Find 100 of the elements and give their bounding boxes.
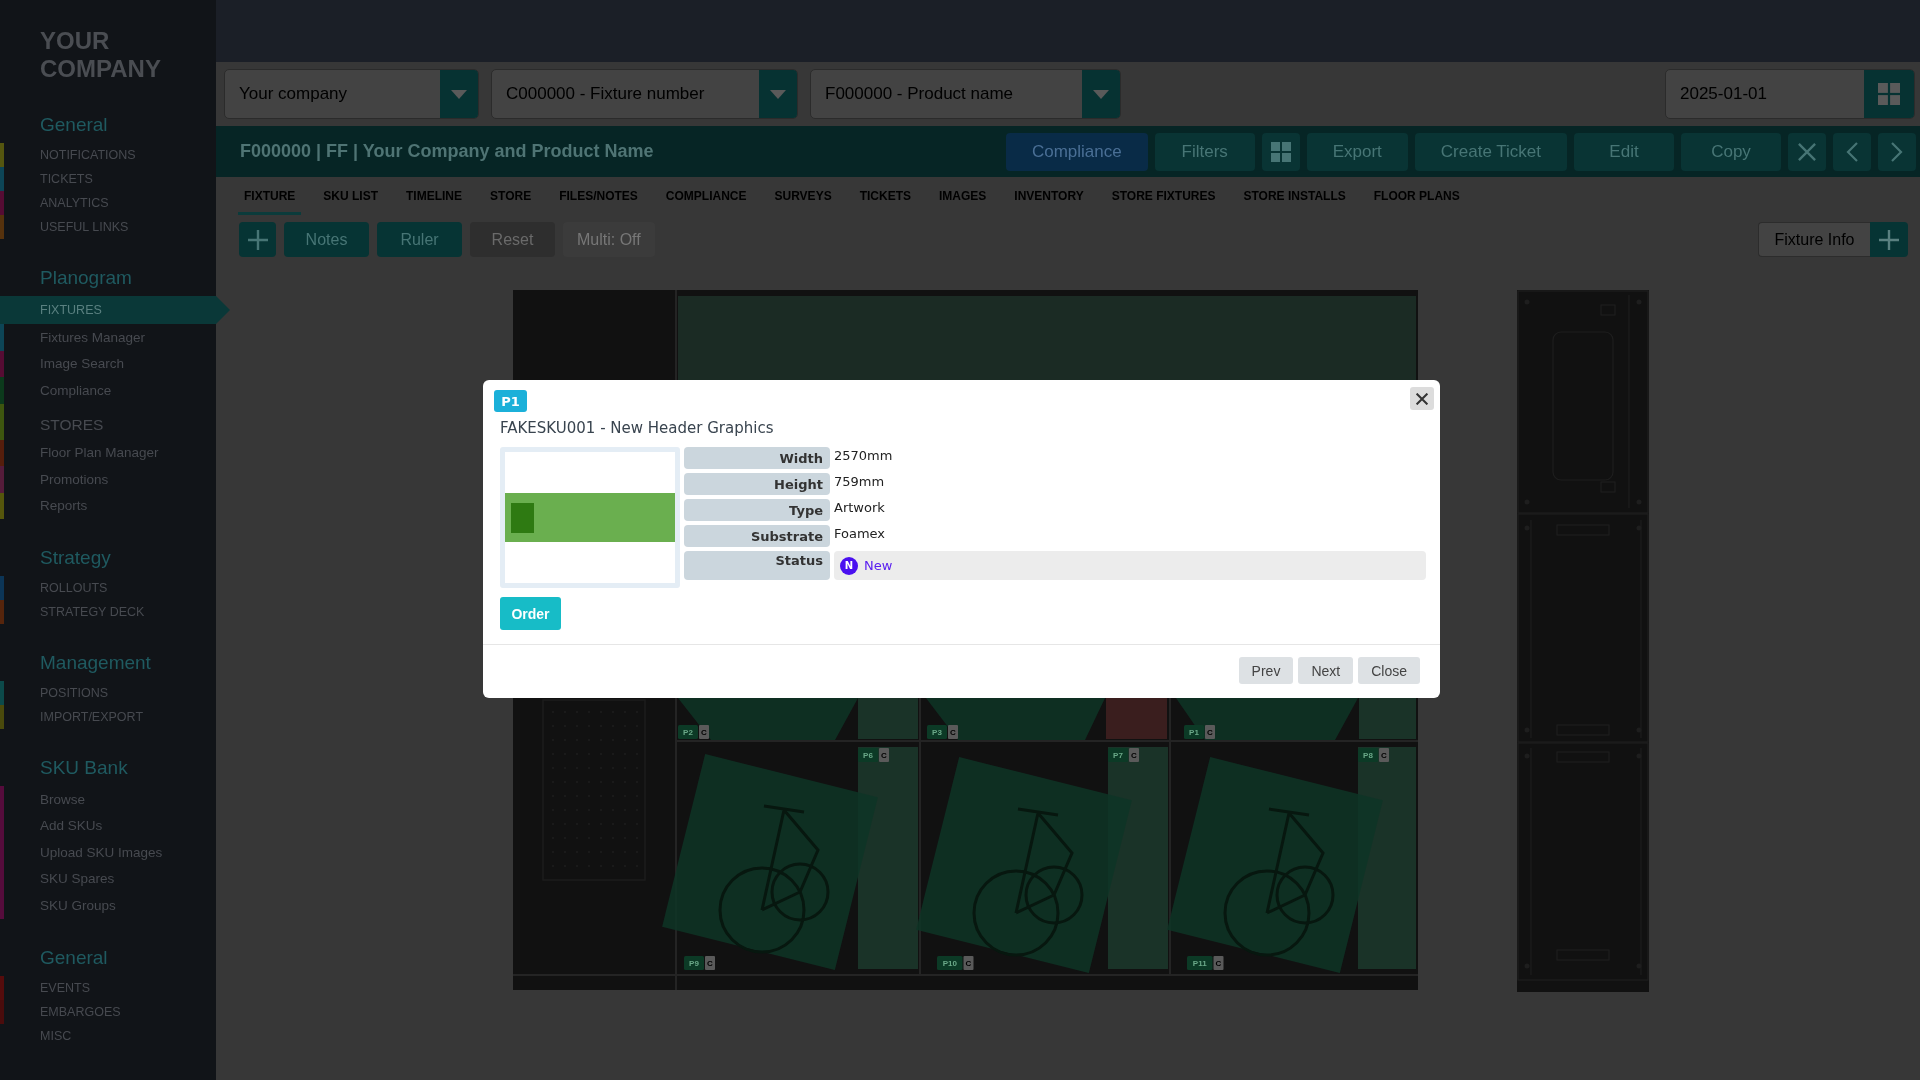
sidebar-heading: Strategy	[40, 546, 111, 570]
close-button[interactable]	[1410, 387, 1434, 410]
action-button[interactable]: Copy	[1681, 132, 1781, 171]
dialog-button[interactable]: Next	[1298, 657, 1354, 684]
add-button[interactable]	[239, 222, 276, 257]
sidebar-item[interactable]: POSITIONS	[0, 681, 216, 705]
action-button[interactable]: Edit	[1574, 132, 1674, 171]
position-tag: P10	[937, 956, 963, 970]
position-tag: P2	[678, 725, 698, 739]
position-tag: P1	[494, 390, 527, 412]
plus-icon	[1879, 229, 1899, 250]
sidebar-item[interactable]: Image Search	[0, 350, 216, 377]
tool-button[interactable]: Ruler	[377, 222, 462, 257]
flag-tag: C	[699, 725, 709, 739]
sidebar-heading: General	[40, 945, 108, 970]
sidebar-item[interactable]: IMPORT/EXPORT	[0, 705, 216, 729]
flag-tag: C	[1213, 956, 1224, 970]
fixture-info-button[interactable]: Fixture Info	[1758, 222, 1870, 257]
sidebar-heading: Management	[40, 651, 151, 675]
flag-tag: C	[1129, 748, 1139, 762]
dialog-button[interactable]: Close	[1358, 657, 1420, 684]
sidebar-item[interactable]: NOTIFICATIONS	[0, 143, 216, 167]
action-button[interactable]: Export	[1306, 132, 1408, 171]
sidebar-item[interactable]: EMBARGOES	[0, 999, 216, 1024]
select-dropdown[interactable]: Your company	[224, 69, 479, 119]
flag-tag: C	[879, 748, 889, 762]
dialog-title: FAKESKU001 - New Header Graphics	[500, 418, 774, 438]
flag-tag: C	[948, 725, 958, 739]
sidebar-item[interactable]: ANALYTICS	[0, 191, 216, 215]
toggle-button[interactable]: Multi: Off	[563, 222, 655, 257]
sidebar-item[interactable]: ROLLOUTS	[0, 576, 216, 600]
flag-tag: C	[963, 956, 974, 970]
grid-icon	[1270, 141, 1291, 162]
sidebar-item[interactable]: EVENTS	[0, 975, 216, 1000]
sidebar-heading: General	[40, 113, 108, 137]
company-logo: YOUR COMPANY	[40, 27, 162, 83]
sidebar-item[interactable]: FIXTURES	[0, 296, 230, 324]
dropdown-toggle[interactable]	[440, 70, 478, 118]
flag-tag: C	[1205, 725, 1215, 739]
property-label: Substrate	[684, 525, 830, 547]
position-tag: P6	[858, 748, 878, 762]
sidebar-item[interactable]: Compliance	[0, 377, 216, 404]
select-dropdown[interactable]: C000000 - Fixture number	[491, 69, 798, 119]
order-button[interactable]: Order	[500, 597, 561, 630]
caret-down-icon	[1093, 89, 1109, 99]
close-icon	[1416, 392, 1428, 405]
tool-button[interactable]: Reset	[470, 222, 555, 257]
action-button[interactable]: Filters	[1154, 132, 1255, 171]
position-tag: P3	[927, 725, 947, 739]
sidebar-item[interactable]: TICKETS	[0, 167, 216, 191]
caret-down-icon	[770, 89, 786, 99]
sidebar-item[interactable]: Browse	[0, 786, 216, 813]
grid-view-button[interactable]	[1261, 132, 1300, 171]
sidebar-item[interactable]: USEFUL LINKS	[0, 215, 216, 239]
property-value: 759mm	[834, 473, 885, 491]
position-tag: P8	[1358, 748, 1378, 762]
previous-button[interactable]	[1833, 132, 1871, 171]
property-value: Foamex	[834, 525, 886, 543]
next-button[interactable]	[1878, 132, 1916, 171]
dropdown-toggle[interactable]	[1082, 70, 1120, 118]
display-strip	[1359, 698, 1416, 739]
plus-icon	[247, 229, 268, 250]
display-strip	[858, 698, 918, 739]
property-value: Artwork	[834, 499, 885, 517]
sidebar-heading: SKU Bank	[40, 756, 128, 780]
sidebar-item[interactable]: MISC	[0, 1023, 216, 1048]
dialog-button[interactable]: Prev	[1238, 657, 1294, 684]
property-label: Width	[684, 447, 830, 469]
date-field[interactable]: 2025-01-01	[1665, 69, 1915, 119]
sidebar-item[interactable]: Fixtures Manager	[0, 324, 216, 351]
status-indicator: N	[840, 556, 858, 575]
sidebar-item[interactable]: STRATEGY DECK	[0, 600, 216, 624]
flag-tag: C	[705, 956, 715, 970]
chevron-right-icon	[1891, 141, 1903, 162]
display-strip	[1106, 698, 1167, 739]
sidebar-item[interactable]: Promotions	[0, 466, 216, 493]
action-button[interactable]: Compliance	[1005, 132, 1148, 171]
sidebar-item[interactable]: Upload SKU Images	[0, 839, 216, 866]
property-label: Status	[684, 551, 830, 580]
close-icon	[1798, 142, 1816, 161]
caret-down-icon	[451, 89, 467, 99]
page-title: F000000 | FF | Your Company and Product Name	[240, 141, 654, 162]
position-tag: P7	[1108, 748, 1128, 762]
action-button[interactable]: Create Ticket	[1414, 132, 1567, 171]
calendar-button[interactable]	[1864, 70, 1914, 118]
status-text: New	[864, 558, 893, 573]
add-button[interactable]	[1870, 222, 1908, 257]
select-dropdown[interactable]: F000000 - Product name	[810, 69, 1121, 119]
tool-button[interactable]: Notes	[284, 222, 369, 257]
sidebar-item[interactable]: STORES	[0, 403, 216, 440]
position-tag: P9	[684, 956, 704, 970]
sidebar-item[interactable]: Reports	[0, 492, 216, 519]
property-label: Height	[684, 473, 830, 495]
sidebar-heading: Planogram	[40, 266, 132, 290]
position-tag: P11	[1187, 956, 1213, 970]
sidebar-item[interactable]: Add SKUs	[0, 812, 216, 839]
sidebar-item[interactable]: Floor Plan Manager	[0, 439, 216, 466]
dropdown-toggle[interactable]	[759, 70, 797, 118]
chevron-left-icon	[1846, 141, 1858, 162]
position-tag: P1	[1184, 725, 1204, 739]
